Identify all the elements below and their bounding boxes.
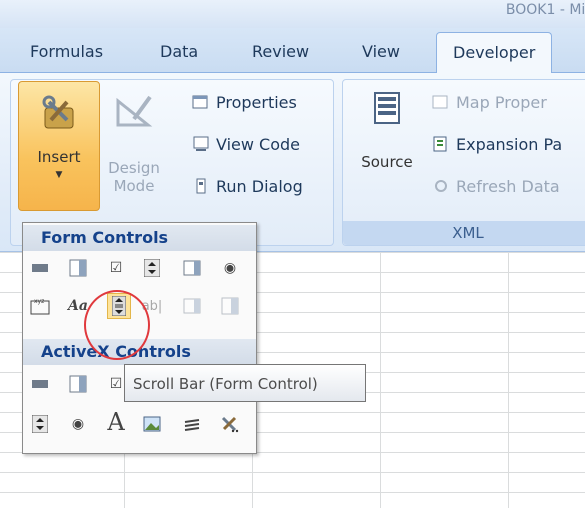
activex-option-button-icon[interactable]: ◉: [67, 413, 89, 435]
expansion-packs-icon: [433, 136, 447, 152]
annotation-circle: [84, 290, 150, 360]
group-box-icon[interactable]: xyz: [29, 295, 51, 317]
view-code-icon: [193, 136, 209, 151]
option-button-icon[interactable]: ◉: [219, 257, 241, 279]
refresh-data-label: Refresh Data: [456, 177, 560, 196]
run-dialog-icon: [196, 178, 206, 194]
activex-command-button-icon[interactable]: [29, 373, 51, 395]
combo-dropdown-edit-icon: [219, 295, 241, 317]
form-controls-header: Form Controls: [23, 225, 256, 251]
properties-button[interactable]: Properties: [192, 93, 297, 112]
activex-image-icon[interactable]: [141, 413, 163, 435]
activex-combo-box-icon[interactable]: [67, 373, 89, 395]
tab-formulas[interactable]: Formulas: [30, 42, 103, 61]
run-dialog-button[interactable]: Run Dialog: [192, 177, 303, 196]
activex-label-icon[interactable]: A: [105, 408, 127, 436]
window-title: BOOK1 - Mic: [505, 2, 585, 18]
source-label: Source: [361, 153, 413, 171]
list-box-icon[interactable]: [181, 257, 203, 279]
ribbon-tabs: Formulas Data Review View Developer: [0, 28, 585, 73]
design-mode-label-2: Mode: [113, 177, 155, 195]
more-controls-icon[interactable]: [219, 413, 241, 435]
design-mode-label-1: Design: [108, 159, 160, 177]
run-dialog-label: Run Dialog: [216, 177, 303, 196]
properties-icon: [192, 95, 208, 109]
insert-label: Insert: [37, 148, 81, 166]
svg-text:xyz: xyz: [34, 298, 44, 305]
view-code-label: View Code: [216, 135, 301, 154]
activex-spin-button-icon[interactable]: [29, 413, 51, 435]
tab-data[interactable]: Data: [160, 42, 198, 61]
title-bar: BOOK1 - Mic: [0, 0, 585, 28]
map-properties-icon: [432, 95, 448, 109]
refresh-icon: [435, 180, 447, 192]
view-code-button[interactable]: View Code: [192, 135, 300, 154]
combo-box-icon[interactable]: [67, 257, 89, 279]
design-ruler-icon: [116, 95, 153, 127]
scroll-bar-tooltip: Scroll Bar (Form Control): [124, 364, 366, 402]
tab-developer[interactable]: Developer: [436, 32, 553, 73]
insert-button[interactable]: Insert ▼: [18, 81, 100, 211]
toolbox-icon: [42, 95, 74, 129]
tab-view[interactable]: View: [362, 42, 400, 61]
activex-toggle-button-icon[interactable]: [181, 413, 203, 435]
properties-label: Properties: [216, 93, 297, 112]
button-control-icon[interactable]: [29, 257, 51, 279]
design-mode-button[interactable]: Design Mode: [102, 89, 166, 195]
xml-source-icon: [374, 92, 400, 124]
combo-list-edit-icon: [181, 295, 203, 317]
map-properties-label: Map Proper: [456, 93, 547, 112]
map-properties-button[interactable]: Map Proper: [432, 93, 547, 112]
expansion-packs-label: Expansion Pa: [456, 135, 563, 154]
refresh-data-button[interactable]: Refresh Data: [432, 177, 560, 196]
spin-button-icon[interactable]: [141, 257, 163, 279]
expansion-packs-button[interactable]: Expansion Pa: [432, 135, 562, 154]
xml-group-label: XML: [343, 221, 585, 245]
source-button[interactable]: Source: [352, 87, 422, 171]
chevron-down-icon: ▼: [55, 170, 63, 180]
check-box-icon[interactable]: ☑: [105, 257, 127, 279]
tab-review[interactable]: Review: [252, 42, 309, 61]
